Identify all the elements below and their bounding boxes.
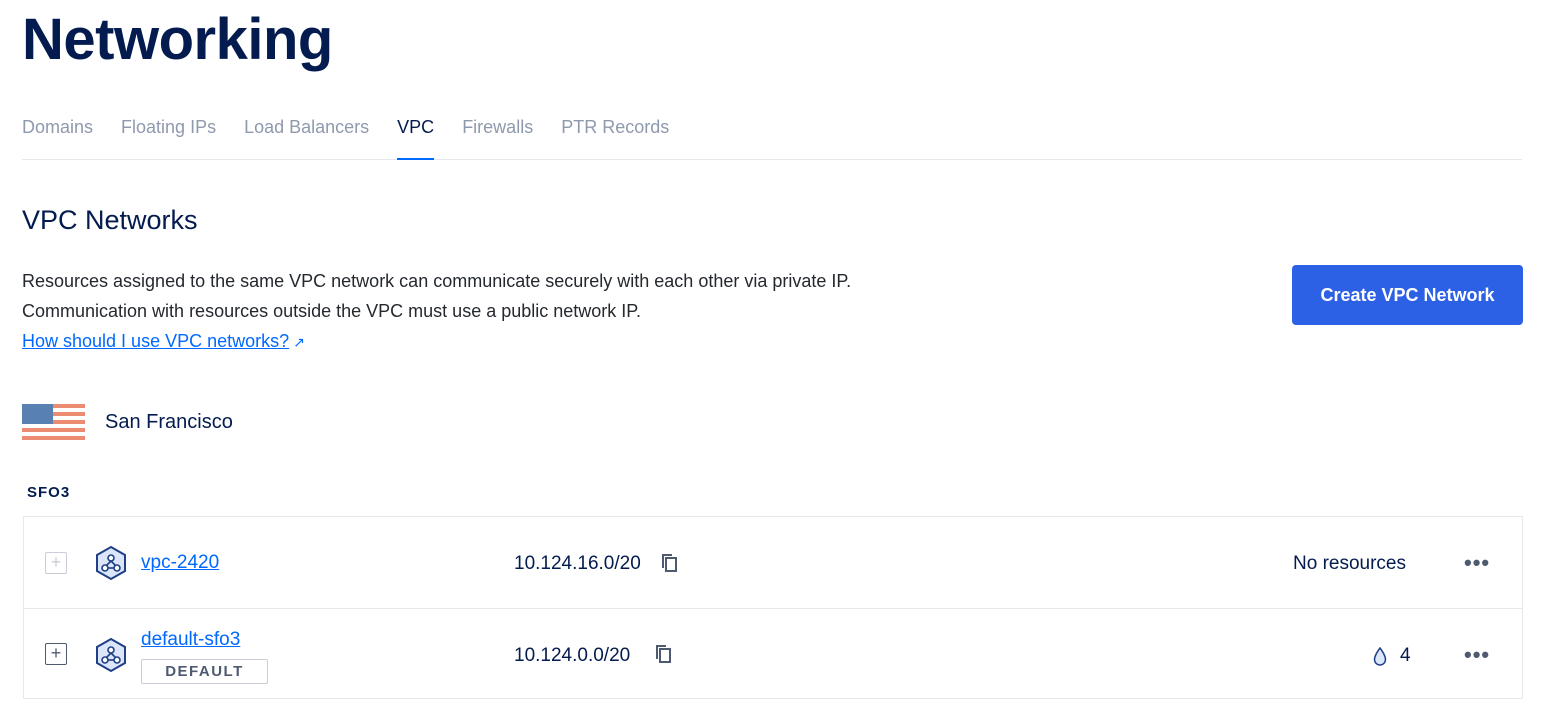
tab-domains[interactable]: Domains <box>22 112 93 160</box>
default-badge: DEFAULT <box>141 659 268 684</box>
page-title: Networking <box>22 7 333 72</box>
copy-icon[interactable] <box>653 643 673 665</box>
copy-icon[interactable] <box>659 552 679 574</box>
expand-row-icon[interactable]: + <box>45 643 67 665</box>
external-link-icon: ↗ <box>293 334 305 350</box>
create-vpc-network-button[interactable]: Create VPC Network <box>1292 265 1523 325</box>
table-row: + vpc-2420 10.124.16.0/20 No resources •… <box>24 517 1522 607</box>
section-description: Resources assigned to the same VPC netwo… <box>22 266 851 357</box>
ip-range: 10.124.0.0/20 <box>514 645 631 666</box>
tab-floating-ips[interactable]: Floating IPs <box>121 112 216 160</box>
tab-load-balancers[interactable]: Load Balancers <box>244 112 369 160</box>
datacenter-label: SFO3 <box>27 484 71 501</box>
more-options-icon[interactable]: ••• <box>1464 550 1490 576</box>
us-flag-icon <box>22 404 85 440</box>
resources-status: No resources <box>1293 553 1406 574</box>
more-options-icon[interactable]: ••• <box>1464 642 1490 668</box>
tab-vpc[interactable]: VPC <box>397 112 435 160</box>
droplet-icon <box>1373 647 1387 666</box>
vpc-network-icon <box>96 637 126 673</box>
vpc-table: + vpc-2420 10.124.16.0/20 No resources •… <box>23 516 1523 699</box>
vpc-name-link[interactable]: default-sfo3 <box>141 629 240 651</box>
section-title: VPC Networks <box>22 205 198 235</box>
tab-firewalls[interactable]: Firewalls <box>462 112 533 160</box>
region-name: San Francisco <box>105 410 233 433</box>
description-line-1: Resources assigned to the same VPC netwo… <box>22 271 852 291</box>
droplet-count: 4 <box>1400 645 1411 666</box>
tab-ptr-records[interactable]: PTR Records <box>561 112 669 160</box>
tab-bar: Domains Floating IPs Load Balancers VPC … <box>22 112 1522 160</box>
vpc-name-link[interactable]: vpc-2420 <box>141 552 219 574</box>
help-link[interactable]: How should I use VPC networks? <box>22 331 289 351</box>
expand-row-icon[interactable]: + <box>45 552 67 574</box>
ip-range: 10.124.16.0/20 <box>514 553 641 574</box>
region-header: San Francisco <box>22 404 233 440</box>
vpc-network-icon <box>96 545 126 581</box>
table-row: + default-sfo3 DEFAULT 10.124.0.0/20 4 •… <box>24 608 1522 698</box>
description-line-2: Communication with resources outside the… <box>22 301 641 321</box>
